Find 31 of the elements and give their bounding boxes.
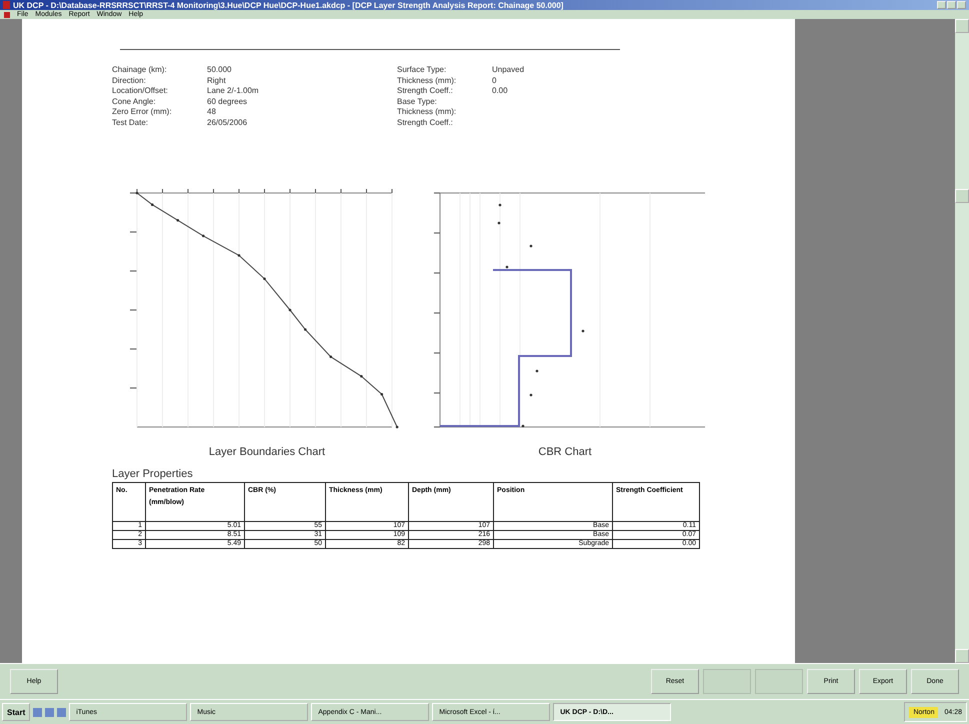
field-label: Strength Coeff.:: [397, 86, 454, 96]
field-label: Chainage (km):: [112, 65, 168, 76]
minimize-button[interactable]: [937, 1, 946, 9]
chart-caption: CBR Chart: [538, 446, 592, 458]
field-label: Cone Angle:: [112, 96, 157, 107]
field-value: 26/05/2006: [207, 118, 248, 128]
vertical-scrollbar[interactable]: [955, 19, 969, 663]
field-label: Direction:: [112, 76, 147, 86]
field-label: Zero Error (mm):: [112, 107, 173, 118]
start-button[interactable]: Start: [2, 703, 30, 721]
field-value: 48: [207, 107, 217, 118]
window-title: UK DCP - D:\Database-RRSRRSCT\RRST-4 Monitoring\3.Hue\DCP Hue\DCP-Hue1.akdcp - [DCP Layer Strength Analysis Report: Chainage 50.000]: [13, 0, 564, 10]
field-value: Unpaved: [492, 65, 526, 76]
field-label: Thickness (mm):: [397, 76, 458, 86]
field-value: Lane 2/-1.00m: [207, 86, 260, 96]
field-label: Location/Offset:: [112, 86, 169, 96]
field-value: 0.00: [492, 86, 509, 96]
field-value: 50.000: [207, 65, 232, 76]
field-label: Test Date:: [112, 118, 150, 128]
chart-caption: Layer Boundaries Chart: [208, 446, 326, 458]
field-label: Thickness (mm):: [397, 107, 458, 118]
field-label: Surface Type:: [397, 65, 448, 76]
field-label: Base Type:: [397, 96, 438, 107]
close-button[interactable]: [957, 1, 966, 9]
field-value: Right: [207, 76, 227, 86]
field-label: Strength Coeff.:: [397, 118, 454, 128]
field-value: 60 degrees: [207, 96, 248, 107]
scroll-thumb[interactable]: [955, 189, 969, 203]
field-value: 0: [492, 76, 498, 86]
section-title: Layer Properties: [112, 468, 194, 480]
restore-button[interactable]: [947, 1, 956, 9]
